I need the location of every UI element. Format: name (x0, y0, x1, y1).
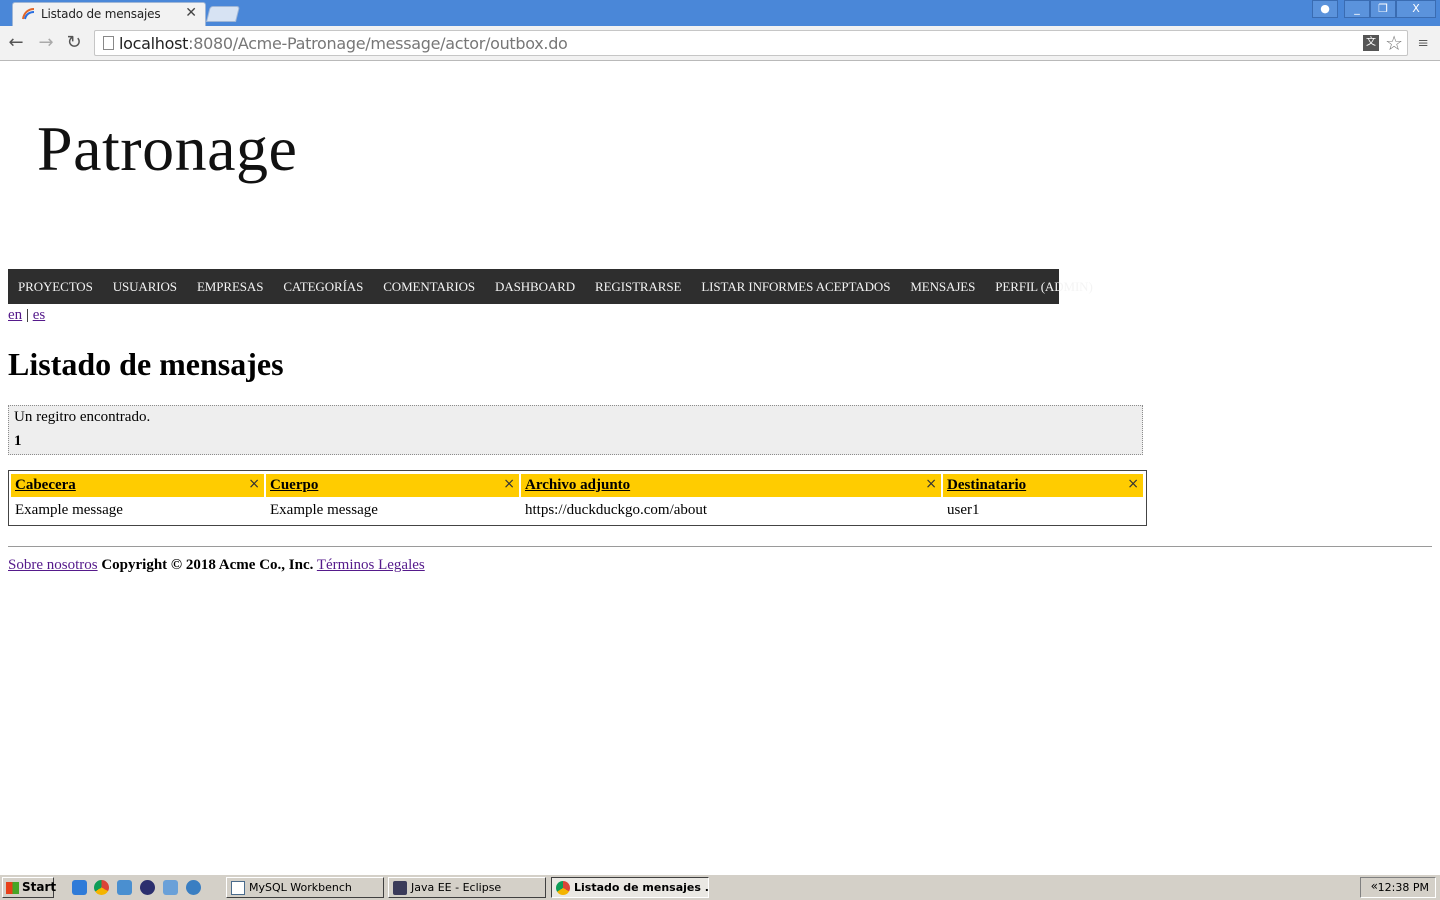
page-title: Listado de mensajes (8, 346, 284, 382)
table-cell: https://duckduckgo.com/about (525, 502, 708, 518)
language-switcher: en | es (8, 307, 45, 324)
task-eclipse[interactable]: Java EE - Eclipse (388, 877, 546, 898)
address-bar[interactable]: localhost:8080/Acme-Patronage/message/ac… (94, 30, 1408, 56)
footer: Sobre nosotros Copyright © 2018 Acme Co.… (8, 557, 425, 574)
minimize-icon[interactable]: _ (1344, 0, 1370, 18)
browser-toolbar: ← → ↻ localhost:8080/Acme-Patronage/mess… (0, 26, 1440, 61)
about-link[interactable]: Sobre nosotros (8, 557, 98, 573)
messages-table: Cabecera × Cuerpo × Archivo adjunto × De… (8, 470, 1147, 526)
column-header-cuerpo[interactable]: Cuerpo × (266, 474, 519, 497)
menu-item-listar-informes[interactable]: LISTAR INFORMES ACEPTADOS (691, 279, 900, 295)
start-button[interactable]: Start (2, 877, 57, 898)
os-taskbar: Start MySQL Workbench Java EE - Eclipse … (0, 874, 1440, 900)
network-icon[interactable] (186, 880, 201, 895)
site-favicon-icon (22, 8, 35, 20)
desktop-icon[interactable] (163, 880, 178, 895)
column-header-label[interactable]: Archivo adjunto (525, 477, 630, 494)
browser-tab-active[interactable]: Listado de mensajes ✕ (12, 2, 206, 26)
clock[interactable]: 12:38 PM (1378, 881, 1429, 894)
chrome-task-icon (556, 881, 570, 895)
menu-item-mensajes[interactable]: MENSAJES (900, 279, 985, 295)
task-label: Java EE - Eclipse (411, 881, 502, 894)
sort-clear-icon[interactable]: × (248, 476, 260, 492)
table-cell: Example message (15, 502, 123, 518)
menu-item-categorias[interactable]: CATEGORÍAS (273, 279, 373, 295)
back-icon[interactable]: ← (6, 33, 26, 53)
menu-item-usuarios[interactable]: USUARIOS (103, 279, 187, 295)
file-explorer-icon[interactable] (117, 880, 132, 895)
column-header-destinatario[interactable]: Destinatario × (943, 474, 1143, 497)
chrome-icon[interactable] (94, 880, 109, 895)
browser-titlebar: Listado de mensajes ✕ ● _ ❐ X (0, 0, 1440, 26)
menu-item-dashboard[interactable]: DASHBOARD (485, 279, 585, 295)
window-close-icon[interactable]: X (1396, 0, 1436, 18)
column-header-archivo-adjunto[interactable]: Archivo adjunto × (521, 474, 941, 497)
sort-clear-icon[interactable]: × (503, 476, 515, 492)
tray-expand-icon[interactable]: « (1371, 877, 1378, 896)
table-cell: user1 (947, 502, 980, 518)
eclipse-icon[interactable] (140, 880, 155, 895)
main-menu: PROYECTOS USUARIOS EMPRESAS CATEGORÍAS C… (8, 269, 1093, 304)
lang-es-link[interactable]: es (33, 307, 46, 323)
column-header-label[interactable]: Destinatario (947, 477, 1026, 494)
restore-icon[interactable]: ❐ (1370, 0, 1396, 18)
menu-item-empresas[interactable]: EMPRESAS (187, 279, 273, 295)
mysql-workbench-icon (231, 881, 245, 895)
column-header-cabecera[interactable]: Cabecera × (11, 474, 264, 497)
lang-separator: | (25, 307, 29, 323)
legal-terms-link[interactable]: Términos Legales (317, 557, 425, 573)
task-label: Listado de mensajes ... (574, 881, 709, 894)
reload-icon[interactable]: ↻ (64, 33, 84, 53)
task-label: MySQL Workbench (249, 881, 352, 894)
sort-clear-icon[interactable]: × (1127, 476, 1139, 492)
menu-item-perfil[interactable]: PERFIL (ADMIN) (985, 279, 1102, 295)
menu-icon[interactable]: ≡ (1418, 34, 1432, 52)
page-number[interactable]: 1 (14, 433, 22, 450)
tab-close-icon[interactable]: ✕ (185, 5, 197, 21)
menu-item-comentarios[interactable]: COMENTARIOS (373, 279, 485, 295)
site-logo[interactable]: Patronage (37, 112, 297, 186)
column-header-label[interactable]: Cuerpo (270, 477, 318, 494)
browser-tab-title: Listado de mensajes (41, 7, 161, 21)
star-icon[interactable]: ☆ (1385, 31, 1403, 55)
footer-divider (8, 546, 1432, 547)
column-header-label[interactable]: Cabecera (15, 477, 76, 494)
profile-icon[interactable]: ● (1312, 0, 1338, 18)
menu-item-registrarse[interactable]: REGISTRARSE (585, 279, 691, 295)
page-icon (103, 36, 114, 50)
task-mysql-workbench[interactable]: MySQL Workbench (226, 877, 384, 898)
sort-clear-icon[interactable]: × (925, 476, 937, 492)
new-tab-button[interactable] (206, 6, 240, 22)
pagination-banner: Un regitro encontrado. 1 (8, 405, 1143, 455)
record-count-text: Un regitro encontrado. (14, 409, 151, 425)
lang-en-link[interactable]: en (8, 307, 22, 323)
windows-logo-icon (6, 882, 19, 894)
copyright-text: Copyright © 2018 Acme Co., Inc. (101, 557, 314, 573)
internet-explorer-icon[interactable] (72, 880, 87, 895)
url-host: localhost (119, 34, 189, 53)
url-path: :8080/Acme-Patronage/message/actor/outbo… (188, 34, 568, 53)
start-label: Start (22, 880, 57, 894)
menu-item-proyectos[interactable]: PROYECTOS (8, 279, 103, 295)
table-cell: Example message (270, 502, 378, 518)
forward-icon[interactable]: → (36, 33, 56, 53)
url-text: localhost:8080/Acme-Patronage/message/ac… (119, 34, 568, 53)
task-chrome-listado[interactable]: Listado de mensajes ... (551, 877, 709, 898)
eclipse-task-icon (393, 881, 407, 895)
translate-icon[interactable]: 文 (1363, 35, 1379, 51)
